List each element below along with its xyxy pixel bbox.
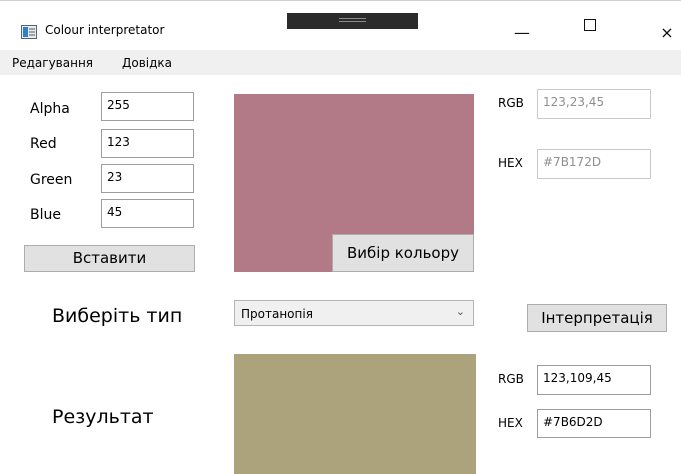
green-field[interactable]: 23	[101, 164, 194, 193]
snap-handle[interactable]	[287, 13, 418, 29]
menu-bar: Редагування Довідка	[0, 50, 681, 75]
chevron-down-icon: ⌄	[455, 305, 465, 318]
alpha-label: Alpha	[30, 101, 70, 117]
result-hex-label: HEX	[498, 416, 523, 430]
type-selected: Протанопія	[241, 307, 313, 321]
green-label: Green	[30, 172, 73, 188]
blue-label: Blue	[30, 207, 61, 223]
menu-help[interactable]: Довідка	[122, 56, 172, 70]
input-rgb-field[interactable]: 123,23,45	[537, 89, 651, 119]
red-field[interactable]: 123	[101, 129, 194, 158]
title-bar: Colour interpretator — ×	[0, 0, 681, 50]
input-hex-label: HEX	[498, 156, 523, 170]
close-button[interactable]: ×	[645, 17, 681, 49]
maximize-button[interactable]	[584, 19, 596, 31]
blue-field[interactable]: 45	[101, 199, 194, 228]
app-icon	[21, 25, 37, 39]
result-color-swatch	[234, 354, 476, 474]
minimize-button[interactable]: —	[500, 17, 544, 49]
result-rgb-label: RGB	[498, 372, 524, 386]
result-label: Результат	[52, 406, 154, 428]
input-rgb-label: RGB	[498, 96, 524, 110]
type-dropdown[interactable]: Протанопія ⌄	[234, 300, 474, 326]
insert-button[interactable]: Вставити	[24, 245, 195, 272]
menu-edit[interactable]: Редагування	[12, 56, 93, 70]
window-title: Colour interpretator	[45, 23, 165, 37]
result-rgb-field[interactable]: 123,109,45	[537, 365, 651, 395]
type-label: Виберіть тип	[52, 305, 183, 327]
interpret-button[interactable]: Інтерпретація	[527, 304, 667, 332]
alpha-field[interactable]: 255	[101, 92, 194, 121]
red-label: Red	[30, 136, 57, 152]
result-hex-field[interactable]: #7B6D2D	[537, 409, 651, 438]
input-hex-field[interactable]: #7B172D	[537, 149, 651, 179]
pick-color-button[interactable]: Вибір кольору	[332, 234, 474, 272]
